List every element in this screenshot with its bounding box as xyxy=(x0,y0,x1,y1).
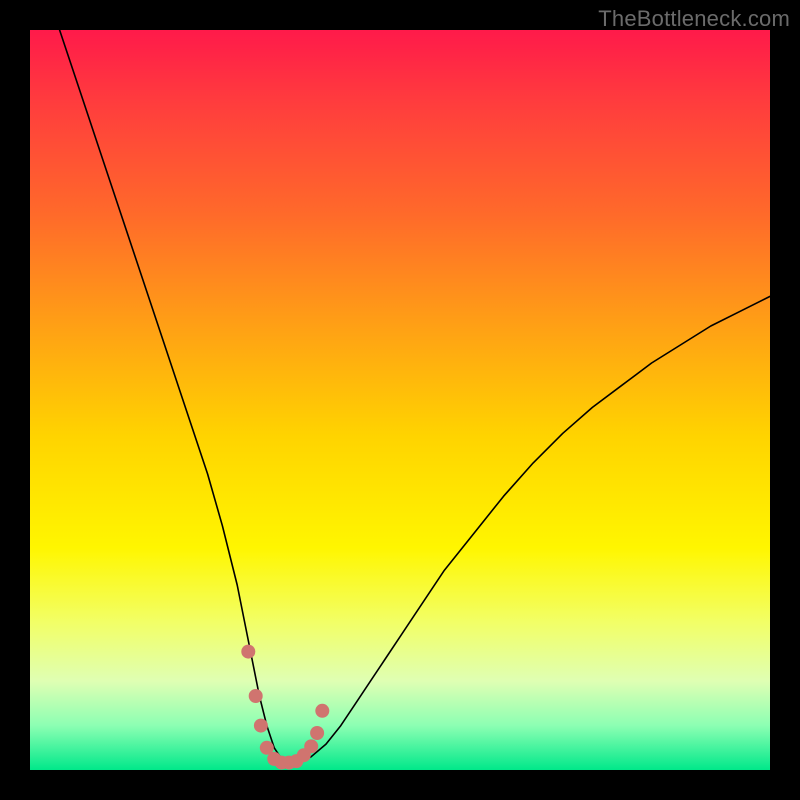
bottleneck-curve xyxy=(60,30,770,763)
curve-markers xyxy=(241,645,329,770)
curve-marker xyxy=(315,704,329,718)
chart-root: TheBottleneck.com xyxy=(0,0,800,800)
watermark-text: TheBottleneck.com xyxy=(598,6,790,32)
curve-marker xyxy=(310,726,324,740)
curve-marker xyxy=(249,689,263,703)
curve-marker xyxy=(254,719,268,733)
plot-area xyxy=(30,30,770,770)
curve-marker xyxy=(304,739,318,753)
curve-layer xyxy=(30,30,770,770)
curve-marker xyxy=(241,645,255,659)
